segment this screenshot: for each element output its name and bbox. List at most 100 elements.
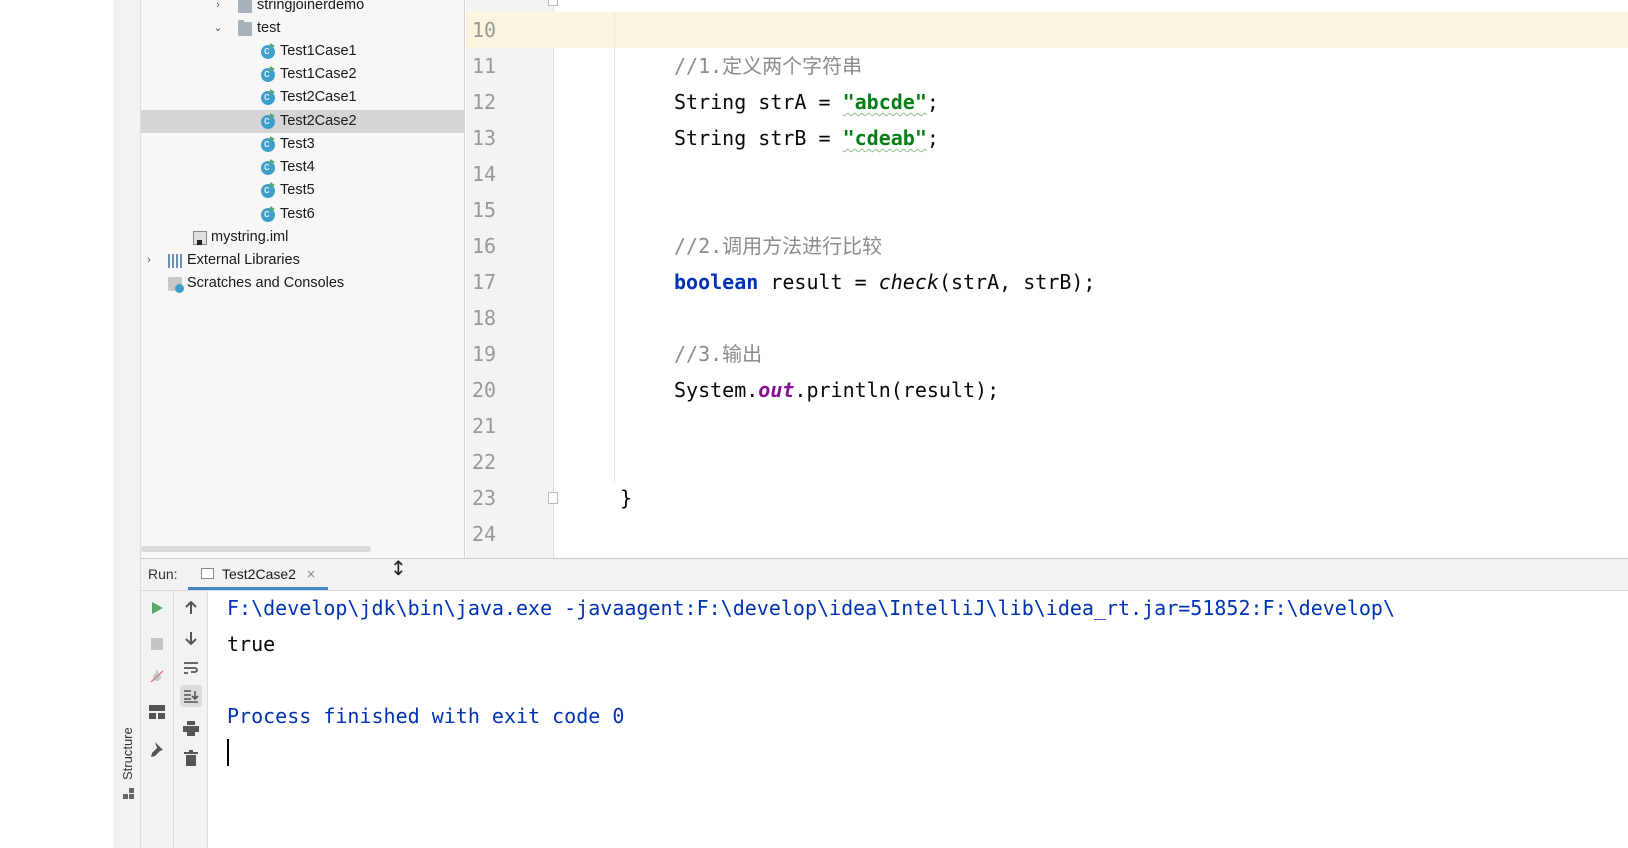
pin-icon (151, 742, 163, 757)
tree-item-label: Test1Case1 (280, 43, 357, 59)
clear-all-button[interactable] (180, 747, 202, 769)
tree-item-test1case2[interactable]: Test1Case2 (141, 63, 464, 86)
fold-marker-icon[interactable] (548, 0, 558, 6)
scroll-down-button[interactable] (180, 627, 202, 649)
tree-item-label: Test2Case2 (280, 113, 357, 129)
tree-item-label: test (257, 20, 281, 36)
libraries-icon (168, 254, 182, 268)
java-class-icon (261, 133, 275, 156)
java-class-icon (261, 203, 275, 226)
run-label: Run: (148, 566, 178, 582)
code-token: .println(result); (794, 378, 1000, 402)
line-number: 18 (472, 306, 497, 330)
java-class-icon (261, 86, 275, 109)
line-number: 20 (472, 378, 497, 402)
code-token: result = (758, 270, 879, 294)
fold-marker-icon[interactable] (548, 492, 558, 504)
line-number: 16 (472, 234, 497, 258)
code-comment: //1.定义两个字符串 (674, 54, 863, 78)
tree-item-test4[interactable]: Test4 (141, 156, 464, 179)
folder-icon (238, 20, 252, 36)
debug-button[interactable] (146, 665, 168, 687)
tree-item-test6[interactable]: Test6 (141, 203, 464, 226)
scroll-to-end-button[interactable] (180, 685, 202, 707)
close-tab-icon[interactable]: × (306, 567, 316, 581)
console-icon (201, 568, 214, 579)
method-call: check (878, 270, 939, 294)
print-button[interactable] (180, 717, 202, 739)
console-command-line: F:\develop\jdk\bin\java.exe -javaagent:F… (227, 596, 1395, 620)
tree-item-label: Scratches and Consoles (187, 275, 345, 291)
tree-item-test2case2[interactable]: Test2Case2 (141, 110, 464, 133)
java-class-icon (261, 110, 275, 133)
layout-button[interactable] (146, 701, 168, 723)
collapse-arrow-icon[interactable]: ⌄ (212, 17, 224, 40)
rerun-button[interactable] (146, 597, 168, 619)
tree-item-mystring-iml[interactable]: mystring.iml (141, 226, 464, 249)
tree-item-test1case1[interactable]: Test1Case1 (141, 40, 464, 63)
line-number: 21 (472, 414, 497, 438)
tree-item-test3[interactable]: Test3 (141, 133, 464, 156)
tree-item-label: Test6 (280, 206, 315, 222)
line-number: 11 (472, 54, 497, 78)
tree-item-label: stringjoinerdemo (257, 0, 365, 13)
closing-brace: } (620, 486, 633, 510)
java-class-icon (261, 179, 275, 202)
play-icon (152, 602, 163, 614)
tree-item-test[interactable]: ⌄ test (141, 17, 464, 40)
scroll-up-button[interactable] (180, 597, 202, 619)
code-line: System.out.println(result); (674, 372, 999, 408)
expand-arrow-icon[interactable]: › (143, 249, 155, 272)
run-tab-label: Test2Case2 (222, 566, 296, 582)
project-tree: › stringjoinerdemo ⌄ test Test1Case1 Tes… (141, 0, 465, 558)
code-line: String strA = "abcde"; (674, 84, 939, 120)
keyword: boolean (674, 270, 759, 294)
tree-item-label: Test1Case2 (280, 66, 357, 82)
console-toolbar-right (174, 591, 208, 848)
tree-item-test2case1[interactable]: Test2Case1 (141, 86, 464, 109)
tree-item-test5[interactable]: Test5 (141, 179, 464, 202)
static-field: out (758, 378, 795, 402)
screen-margin (0, 0, 113, 848)
line-number: 13 (472, 126, 497, 150)
tree-item-scratches[interactable]: Scratches and Consoles (141, 272, 464, 295)
code-token: String strA = (674, 90, 843, 114)
tree-item-label: Test3 (280, 136, 315, 152)
stop-button[interactable] (146, 633, 168, 655)
tree-item-stringjoinerdemo[interactable]: › stringjoinerdemo (141, 0, 464, 17)
java-class-icon (261, 156, 275, 179)
java-class-icon (261, 40, 275, 63)
java-class-icon (261, 63, 275, 86)
tree-item-external-libraries[interactable]: › External Libraries (141, 249, 464, 272)
line-number: 12 (472, 90, 497, 114)
line-number: 19 (472, 342, 497, 366)
run-tool-window-header (141, 558, 1628, 591)
trash-icon (184, 750, 198, 766)
line-number: 22 (472, 450, 497, 474)
project-horizontal-scrollbar[interactable] (141, 546, 371, 552)
line-number: 10 (472, 18, 497, 42)
pin-tab-button[interactable] (146, 739, 168, 761)
code-comment: //2.调用方法进行比较 (674, 234, 883, 258)
soft-wrap-button[interactable] (180, 657, 202, 679)
arrow-down-icon (185, 632, 197, 645)
code-token: System. (674, 378, 759, 402)
line-number: 23 (472, 486, 497, 510)
scratches-icon (168, 277, 184, 293)
line-number: 14 (472, 162, 497, 186)
code-comment: //3.输出 (674, 342, 763, 366)
structure-label: Structure (120, 727, 135, 780)
soft-wrap-icon (184, 662, 198, 674)
console-output-line: true (227, 632, 276, 656)
tree-item-label: Test4 (280, 159, 315, 175)
tree-item-label: External Libraries (187, 252, 300, 268)
code-token: ; (926, 126, 939, 150)
layout-icon (149, 705, 165, 719)
line-number: 24 (472, 522, 497, 546)
line-number: 17 (472, 270, 497, 294)
printer-icon (183, 720, 199, 736)
structure-icon (123, 788, 134, 799)
stop-icon (151, 638, 163, 650)
expand-arrow-icon[interactable]: › (212, 0, 224, 17)
text-caret (227, 739, 229, 766)
